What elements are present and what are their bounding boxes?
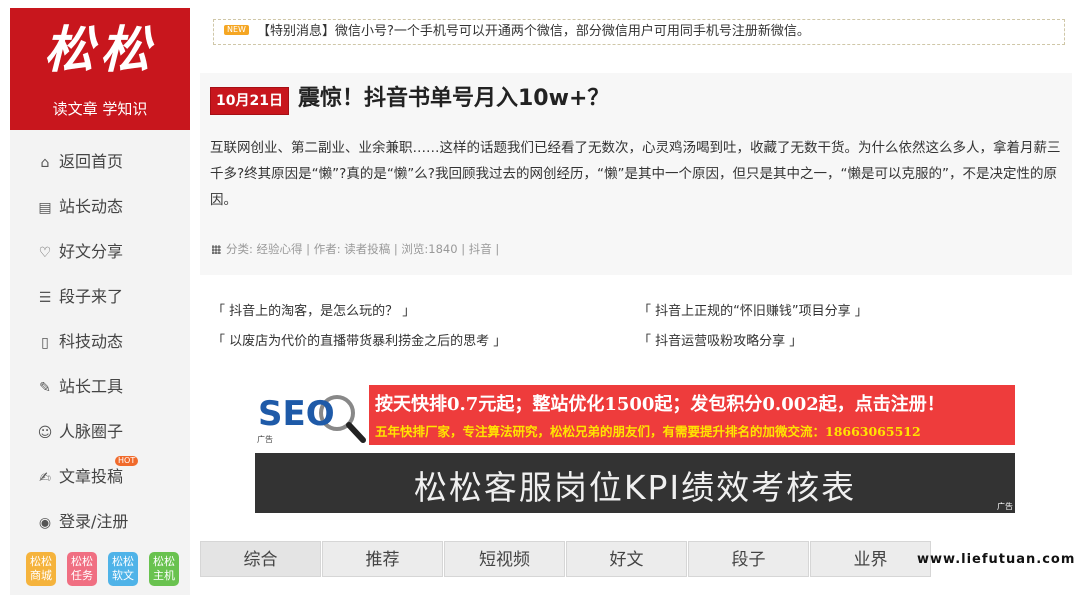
article-meta: 分类: 经验心得 | 作者: 读者投稿 | 浏览:1840 | 抖音 |: [212, 241, 499, 257]
category-tabs: 综合 推荐 短视频 好文 段子 业界: [200, 541, 932, 577]
quick-link-hosting[interactable]: 松松主机: [149, 552, 179, 586]
quick-link-softarticle[interactable]: 松松软文: [108, 552, 138, 586]
seo-ad-banner[interactable]: SEO 按天快排0.7元起；整站优化1500起；发包积分0.002起，点击注册！…: [255, 385, 1015, 445]
list-icon: ☰: [38, 290, 52, 306]
nav-item-tools[interactable]: ✎ 站长工具: [10, 364, 190, 409]
grid-icon: [212, 245, 221, 254]
tab-short-video[interactable]: 短视频: [444, 541, 565, 577]
file-icon: ▯: [41, 335, 49, 351]
nav-label: 站长动态: [59, 197, 124, 216]
nav-label: 好文分享: [59, 242, 124, 261]
related-link[interactable]: 「 抖音上的淘客，是怎么玩的？ 」: [212, 300, 415, 319]
new-badge: NEW: [224, 25, 249, 35]
nav-label: 返回首页: [59, 152, 124, 171]
kpi-ad-banner[interactable]: 松松客服岗位KPI绩效考核表 广告: [255, 453, 1015, 513]
user-icon: ☺: [37, 425, 53, 441]
user-circle-icon: ◉: [38, 515, 52, 531]
nav-item-good-articles[interactable]: ♡ 好文分享: [10, 229, 190, 274]
ad-line-2: 五年快排厂家，专注算法研究，松松兄弟的朋友们，有需要提升排名的加微交流：1866…: [375, 424, 921, 439]
tab-industry[interactable]: 业界: [810, 541, 931, 577]
related-link[interactable]: 「 以废店为代价的直播带货暴利捞金之后的思考 」: [212, 330, 506, 349]
sidebar-nav: ⌂ 返回首页 ▤ 站长动态 ♡ 好文分享 ☰ 段子来了 ▯ 科技动态 ✎ 站长工具 ☺ 人脉圈…: [10, 139, 190, 544]
logo-subtitle: 读文章 学知识: [52, 100, 148, 118]
ad-tag: 广告: [257, 435, 273, 444]
nav-label: 段子来了: [59, 287, 124, 306]
sidebar: 松松 读文章 学知识 ⌂ 返回首页 ▤ 站长动态 ♡ 好文分享 ☰ 段子来了 ▯ 科技动态…: [10, 8, 190, 595]
nav-item-network[interactable]: ☺ 人脉圈子: [10, 409, 190, 454]
notice-bar[interactable]: NEW 【特别消息】微信小号?一个手机号可以开通两个微信，部分微信用户可用同手机号…: [213, 19, 1065, 45]
tab-recommended[interactable]: 推荐: [322, 541, 443, 577]
nav-label: 站长工具: [59, 377, 124, 396]
nav-label: 登录/注册: [59, 512, 129, 531]
quick-link-mall[interactable]: 松松商城: [26, 552, 56, 586]
edit-icon: ✍: [39, 470, 51, 486]
watermark: www.liefutuan.com: [917, 552, 1076, 567]
nav-item-login[interactable]: ◉ 登录/注册: [10, 499, 190, 544]
quick-link-tasks[interactable]: 松松任务: [67, 552, 97, 586]
nav-label: 科技动态: [59, 332, 124, 351]
wrench-icon: ✎: [39, 380, 51, 396]
tab-general[interactable]: 综合: [200, 541, 321, 577]
seo-ad-text: 按天快排0.7元起；整站优化1500起；发包积分0.002起，点击注册！ 五年快…: [369, 385, 1015, 445]
nav-label: 人脉圈子: [59, 422, 124, 441]
notice-text[interactable]: 【特别消息】微信小号?一个手机号可以开通两个微信，部分微信用户可用同手机号注册新…: [257, 24, 810, 39]
site-logo[interactable]: 松松 读文章 学知识: [10, 8, 190, 130]
article-excerpt: 互联网创业、第二副业、业余兼职……这样的话题我们已经看了无数次，心灵鸡汤喝到吐，…: [210, 140, 1061, 208]
logo-mark: 松松: [44, 20, 156, 79]
home-icon: ⌂: [40, 155, 50, 171]
tab-jokes[interactable]: 段子: [688, 541, 809, 577]
hot-badge: HOT: [115, 456, 139, 466]
nav-item-jokes[interactable]: ☰ 段子来了: [10, 274, 190, 319]
featured-article: 10月21日 震惊！抖音书单号月入10w+？ 互联网创业、第二副业、业余兼职………: [200, 73, 1072, 275]
seo-logo-text: SEO: [258, 394, 335, 434]
article-meta-text: 分类: 经验心得 | 作者: 读者投稿 | 浏览:1840 | 抖音 |: [226, 242, 500, 256]
nav-item-home[interactable]: ⌂ 返回首页: [10, 139, 190, 184]
kpi-ad-text: 松松客服岗位KPI绩效考核表: [413, 468, 857, 507]
nav-item-submit[interactable]: ✍ 文章投稿 HOT: [10, 454, 190, 499]
ad-line-1: 按天快排0.7元起；整站优化1500起；发包积分0.002起，点击注册！: [375, 394, 945, 415]
ad-tag: 广告: [997, 501, 1013, 512]
related-link[interactable]: 「 抖音上正规的“怀旧赚钱”项目分享 」: [638, 300, 868, 319]
nav-label: 文章投稿: [59, 467, 124, 486]
book-icon: ▤: [38, 200, 52, 216]
heart-icon: ♡: [38, 245, 52, 261]
related-link[interactable]: 「 抖音运营吸粉攻略分享 」: [638, 330, 802, 349]
date-badge: 10月21日: [210, 87, 289, 115]
tab-good-articles[interactable]: 好文: [566, 541, 687, 577]
nav-item-webmaster-news[interactable]: ▤ 站长动态: [10, 184, 190, 229]
article-title[interactable]: 震惊！抖音书单号月入10w+？: [298, 84, 609, 114]
nav-item-tech-news[interactable]: ▯ 科技动态: [10, 319, 190, 364]
